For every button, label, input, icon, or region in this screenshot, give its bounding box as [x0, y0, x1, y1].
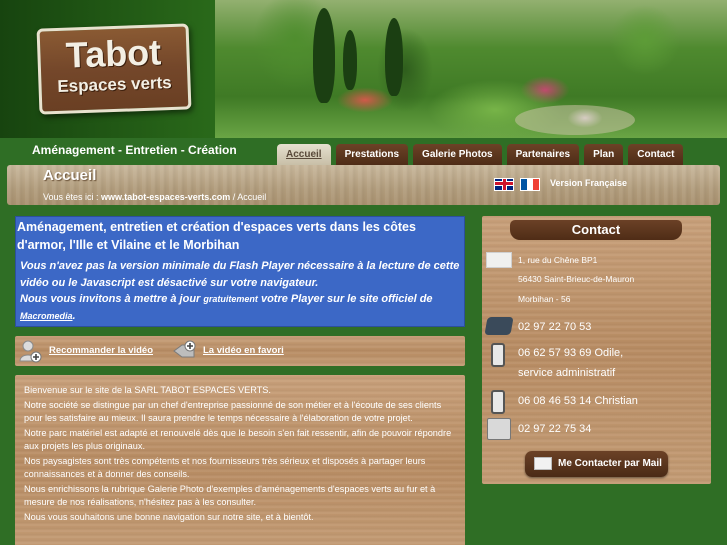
nav-tab-prestations[interactable]: Prestations: [335, 144, 409, 165]
mobile-number-odile: 06 62 57 93 69 Odile,: [518, 347, 624, 359]
address-line-3: Morbihan - 56: [518, 294, 571, 304]
favorite-video-link[interactable]: La vidéo en favori: [203, 345, 284, 356]
address-card-icon: [486, 252, 512, 268]
flash-message: Vous n'avez pas la version minimale du F…: [20, 258, 462, 324]
nav-tab-contact[interactable]: Contact: [628, 144, 684, 165]
breadcrumb: Vous êtes ici : www.tabot-espaces-verts.…: [43, 192, 266, 202]
header: Tabot Espaces verts: [0, 0, 727, 138]
garden-path: [515, 105, 635, 135]
paragraph: Nos paysagistes sont très compétents et …: [24, 456, 426, 479]
mobile-number-christian: 06 08 46 53 14 Christian: [518, 395, 638, 407]
logo-title: Tabot: [65, 31, 162, 76]
mobile-phone-icon: [491, 343, 505, 367]
video-tools: Recommander la vidéo La vidéo en favori: [15, 336, 465, 366]
flash-line-2b: votre Player sur le site officiel de: [257, 293, 433, 305]
macromedia-link[interactable]: Macromedia: [20, 311, 73, 321]
mobile-owner-role: service administratif: [518, 367, 616, 379]
recommend-user-icon: [19, 340, 42, 363]
mobile-phone-icon: [491, 390, 505, 414]
envelope-icon: [534, 457, 552, 470]
garden-photo: [215, 0, 727, 138]
intro-panel: Aménagement, entretien et création d'esp…: [15, 216, 465, 327]
favorite-add-icon: [173, 340, 196, 358]
paragraph: Nous vous souhaitons une bonne navigatio…: [24, 512, 314, 522]
contact-title: Contact: [510, 220, 682, 240]
welcome-text: Bienvenue sur le site de la SARL TABOT E…: [15, 375, 465, 545]
nav-tab-partenaires[interactable]: Partenaires: [506, 144, 580, 165]
nav-tab-galerie-photos[interactable]: Galerie Photos: [413, 144, 502, 165]
phone-number: 02 97 22 70 53: [518, 321, 592, 333]
paragraph: Notre parc matériel est adapté et renouv…: [24, 428, 452, 451]
breadcrumb-site-link[interactable]: www.tabot-espaces-verts.com: [101, 192, 230, 202]
tagline: Aménagement - Entretien - Création: [32, 143, 237, 157]
main-nav: Accueil Prestations Galerie Photos Parte…: [277, 144, 688, 165]
fax-icon: [487, 418, 511, 440]
address-line-2: 56430 Saint-Brieuc-de-Mauron: [518, 274, 635, 284]
nav-tab-plan[interactable]: Plan: [584, 144, 624, 165]
uk-flag-icon[interactable]: [494, 178, 514, 191]
contact-button-label: Me Contacter par Mail: [558, 458, 662, 469]
contact-panel: Contact 1, rue du Chêne BP1 56430 Saint-…: [482, 216, 711, 484]
cypress-tree: [313, 8, 335, 103]
language-label: Version Française: [550, 178, 628, 188]
breadcrumb-prefix: Vous êtes ici :: [43, 192, 102, 202]
site-logo[interactable]: Tabot Espaces verts: [36, 23, 192, 115]
breadcrumb-current: Accueil: [237, 192, 267, 202]
logo-subtitle: Espaces verts: [57, 73, 173, 96]
paragraph: Nous enrichissons la rubrique Galerie Ph…: [24, 484, 436, 507]
cypress-tree: [385, 18, 403, 96]
page-banner: Accueil Vous êtes ici : www.tabot-espace…: [7, 165, 720, 205]
flash-free: gratuitement: [203, 294, 258, 304]
address-line-1: 1, rue du Chêne BP1: [518, 255, 598, 265]
flash-line-1: Vous n'avez pas la version minimale du F…: [20, 260, 460, 289]
nav-tab-accueil[interactable]: Accueil: [277, 144, 331, 165]
cypress-tree: [343, 30, 357, 90]
telephone-icon: [484, 317, 514, 335]
paragraph: Notre société se distingue par un chef d…: [24, 400, 442, 423]
contact-by-email-button[interactable]: Me Contacter par Mail: [525, 451, 668, 477]
paragraph: Bienvenue sur le site de la SARL TABOT E…: [24, 385, 271, 395]
intro-title: Aménagement, entretien et création d'esp…: [17, 220, 416, 252]
flash-line-2a: Nous vous invitons à mettre à jour: [20, 293, 204, 305]
france-flag-icon[interactable]: [520, 178, 540, 191]
recommend-video-link[interactable]: Recommander la vidéo: [49, 345, 153, 356]
flash-end: .: [72, 309, 76, 322]
fax-number: 02 97 22 75 34: [518, 423, 592, 435]
page-title: Accueil: [43, 167, 97, 184]
